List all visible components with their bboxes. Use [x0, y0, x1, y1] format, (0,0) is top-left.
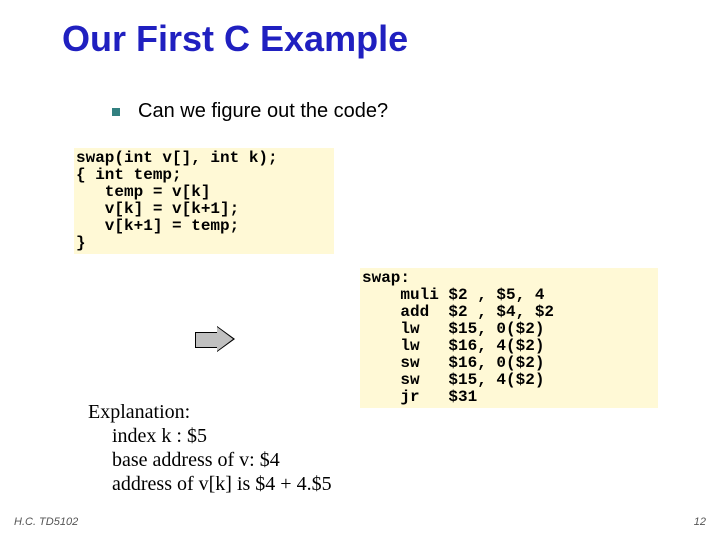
mips-code-block: swap: muli $2 , $5, 4 add $2 , $4, $2 lw…: [360, 268, 658, 408]
explanation-block: Explanation: index k : $5 base address o…: [88, 400, 332, 496]
footer-left: H.C. TD5102: [14, 516, 78, 528]
explanation-line2: base address of v: $4: [112, 448, 332, 472]
bullet-icon: [112, 108, 120, 116]
c-code-block: swap(int v[], int k); { int temp; temp =…: [74, 148, 334, 254]
arrow-icon: [195, 328, 237, 350]
page-number: 12: [694, 516, 706, 528]
explanation-line1: index k : $5: [112, 424, 332, 448]
slide-title: Our First C Example: [62, 18, 408, 60]
explanation-line3: address of v[k] is $4 + 4.$5: [112, 472, 332, 496]
bullet-text: Can we figure out the code?: [138, 100, 388, 123]
bullet-row: Can we figure out the code?: [112, 100, 388, 123]
explanation-heading: Explanation:: [88, 400, 332, 424]
